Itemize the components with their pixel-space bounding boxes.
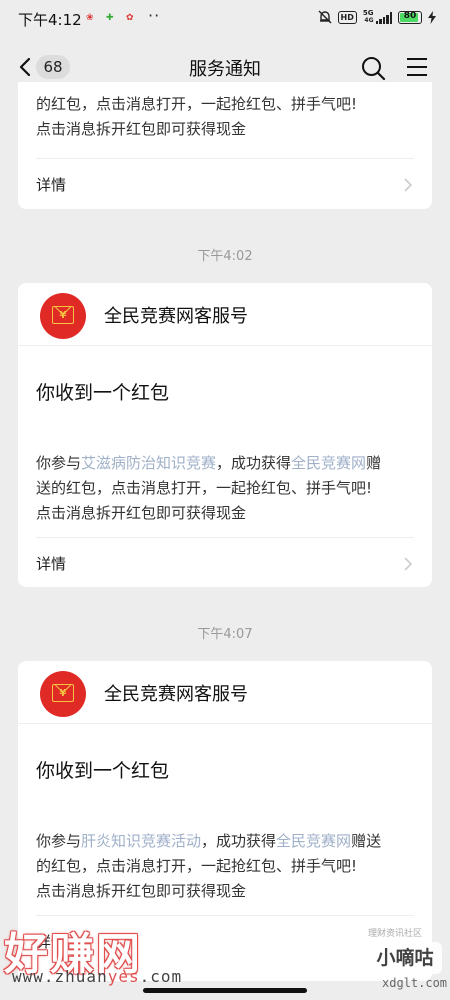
bell-muted-icon bbox=[318, 10, 332, 24]
message-body: 的红包，点击消息打开，一起抢红包、拼手气吧! 点击消息拆开红包即可获得现金 bbox=[36, 92, 414, 142]
divider bbox=[36, 537, 414, 538]
xdg-watermark: 小嘀咕 bbox=[368, 942, 442, 974]
charging-icon bbox=[428, 10, 436, 24]
status-bar: 下午4:12 ❀ ✚ ✿ ·· HD 5G 4G 80 bbox=[0, 0, 450, 38]
message-title: 你收到一个红包 bbox=[36, 760, 170, 782]
body-line: 你参与艾滋病防治知识竞赛，成功获得全民竞赛网赠 bbox=[36, 454, 382, 472]
message-body: 你参与艾滋病防治知识竞赛，成功获得全民竞赛网赠 送的红包，点击消息打开，一起抢红… bbox=[36, 451, 414, 526]
message-timestamp: 下午4:07 bbox=[197, 627, 253, 642]
body-line: 的红包，点击消息打开，一起抢红包、拼手气吧! bbox=[36, 95, 358, 113]
message-body: 你参与肝炎知识竞赛活动，成功获得全民竞赛网赠送 的红包，点击消息打开，一起抢红包… bbox=[36, 829, 414, 904]
detail-link[interactable]: 详情 bbox=[36, 174, 66, 195]
more-notifications-icon: ·· bbox=[148, 6, 161, 25]
divider bbox=[36, 915, 414, 916]
message-card-partial[interactable]: 的红包，点击消息打开，一起抢红包、拼手气吧! 点击消息拆开红包即可获得现金 详情 bbox=[18, 82, 432, 209]
organizer-link[interactable]: 全民竞赛网 bbox=[291, 454, 366, 472]
notification-icon: ❀ bbox=[86, 13, 94, 23]
avatar[interactable]: ¥ bbox=[40, 293, 86, 339]
chevron-right-icon bbox=[404, 178, 413, 192]
tag-watermark: 理财资讯社区 bbox=[368, 929, 423, 939]
divider bbox=[36, 158, 414, 159]
network-label: 5G bbox=[362, 9, 374, 17]
body-line: 点击消息拆开红包即可获得现金 bbox=[36, 504, 247, 522]
battery-icon: 80 bbox=[398, 10, 422, 24]
search-icon[interactable] bbox=[360, 55, 386, 81]
body-line: 点击消息拆开红包即可获得现金 bbox=[36, 120, 247, 138]
body-line: 送的红包，点击消息打开，一起抢红包、拼手气吧! bbox=[36, 479, 373, 497]
body-line: 你参与肝炎知识竞赛活动，成功获得全民竞赛网赠送 bbox=[36, 832, 382, 850]
contest-link[interactable]: 艾滋病防治知识竞赛 bbox=[81, 454, 216, 472]
avatar[interactable]: ¥ bbox=[40, 671, 86, 717]
message-title: 你收到一个红包 bbox=[36, 382, 170, 404]
status-right: HD 5G 4G 80 bbox=[318, 10, 436, 24]
notification-icon: ✿ bbox=[126, 13, 134, 23]
site-watermark: xdglt.com bbox=[382, 976, 448, 990]
sender-name[interactable]: 全民竞赛网客服号 bbox=[104, 302, 248, 328]
network-sub-label: 4G bbox=[364, 17, 374, 24]
hd-icon: HD bbox=[337, 10, 357, 24]
message-timestamp: 下午4:02 bbox=[197, 249, 253, 264]
battery-level: 80 bbox=[403, 10, 417, 21]
chevron-right-icon bbox=[404, 557, 413, 571]
notification-icon: ✚ bbox=[106, 13, 114, 23]
contest-link[interactable]: 肝炎知识竞赛活动 bbox=[81, 832, 201, 850]
status-time: 下午4:12 bbox=[18, 11, 82, 29]
body-line: 点击消息拆开红包即可获得现金 bbox=[36, 882, 247, 900]
sender-name[interactable]: 全民竞赛网客服号 bbox=[104, 680, 248, 706]
card-header: ¥ 全民竞赛网客服号 bbox=[18, 283, 432, 346]
red-envelope-icon: ¥ bbox=[52, 306, 74, 324]
organizer-link[interactable]: 全民竞赛网 bbox=[276, 832, 351, 850]
menu-icon[interactable] bbox=[405, 56, 429, 78]
message-card[interactable]: ¥ 全民竞赛网客服号 你收到一个红包 你参与艾滋病防治知识竞赛，成功获得全民竞赛… bbox=[18, 283, 432, 587]
url-watermark: www.zhuanyes.com bbox=[12, 967, 183, 986]
card-header: ¥ 全民竞赛网客服号 bbox=[18, 661, 432, 724]
home-indicator[interactable] bbox=[143, 988, 307, 993]
red-envelope-icon: ¥ bbox=[52, 684, 74, 702]
signal-icon: 5G 4G bbox=[363, 10, 392, 24]
body-line: 的红包，点击消息打开，一起抢红包、拼手气吧! bbox=[36, 857, 358, 875]
detail-link[interactable]: 详情 bbox=[36, 553, 66, 574]
